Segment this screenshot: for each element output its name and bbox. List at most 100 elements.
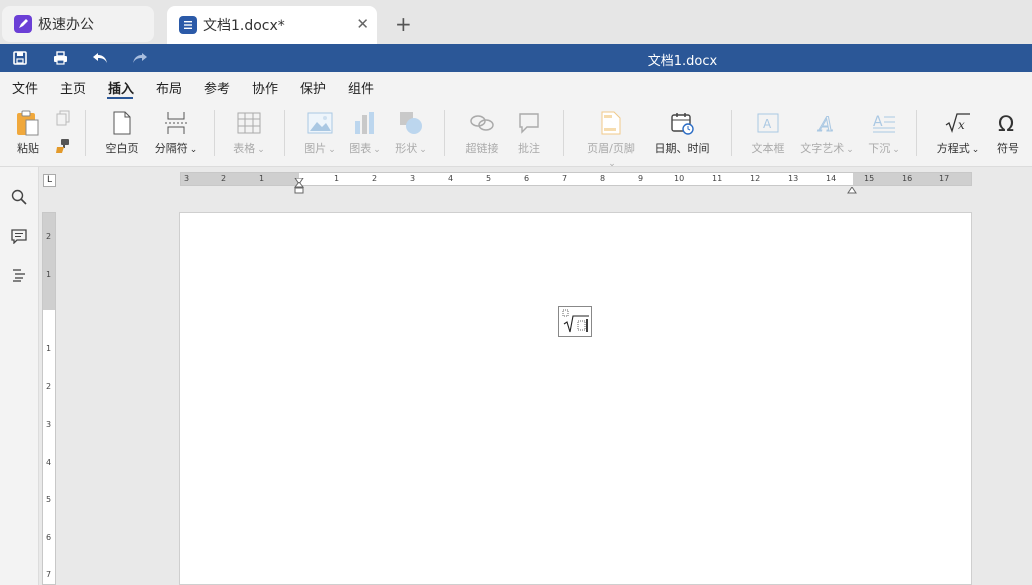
tab-app-label: 极速办公 — [38, 17, 94, 33]
blank-page-button[interactable]: 空白页 — [104, 110, 140, 156]
text-art-icon: A — [814, 110, 840, 136]
ruler-label: 2 — [372, 174, 378, 183]
menu-bar: 文件 主页 插入 布局 参考 协作 保护 组件 — [0, 72, 1032, 100]
separator — [214, 110, 215, 156]
image-label: 图片 — [304, 142, 327, 155]
page-break-button[interactable]: 分隔符 ⌄ — [152, 110, 200, 156]
menu-home[interactable]: 主页 — [60, 78, 86, 97]
hyperlink-label: 超链接 — [465, 142, 499, 155]
separator — [731, 110, 732, 156]
shape-label: 形状 — [395, 142, 418, 155]
menu-references[interactable]: 参考 — [204, 78, 230, 97]
tab-document-label: 文档1.docx* — [203, 18, 285, 34]
drop-cap-label: 下沉 — [868, 142, 891, 155]
chart-label: 图表 — [349, 142, 372, 155]
ruler-label: 2 — [221, 174, 227, 183]
menu-protect[interactable]: 保护 — [300, 78, 326, 97]
drop-cap-icon: A — [871, 110, 897, 136]
left-indent-marker[interactable] — [293, 179, 305, 194]
svg-text:A: A — [763, 117, 772, 131]
chart-icon — [352, 110, 378, 136]
equation-button[interactable]: x 方程式 ⌄ — [934, 110, 982, 156]
ruler-label: 11 — [712, 174, 723, 183]
page-break-icon — [163, 110, 189, 136]
ruler-label: 15 — [864, 174, 875, 183]
ruler-label: 5 — [486, 174, 492, 183]
paste-button[interactable]: 粘贴 — [12, 110, 44, 156]
hyperlink-button[interactable]: 超链接 — [463, 110, 501, 156]
menu-insert[interactable]: 插入 — [108, 78, 134, 97]
separator — [563, 110, 564, 156]
drop-cap-button[interactable]: A 下沉 ⌄ — [866, 110, 902, 156]
text-art-button[interactable]: A 文字艺术 ⌄ — [798, 110, 856, 156]
menu-collaborate[interactable]: 协作 — [252, 78, 278, 97]
text-box-icon: A — [755, 110, 781, 136]
equation-object[interactable] — [558, 306, 592, 337]
menu-components[interactable]: 组件 — [348, 78, 374, 97]
header-footer-label: 页眉/页脚 — [587, 142, 635, 155]
document-page[interactable] — [179, 212, 972, 585]
svg-text:A: A — [817, 112, 833, 134]
shape-button[interactable]: 形状 ⌄ — [393, 110, 429, 156]
ruler-label: 2 — [46, 232, 52, 241]
ruler-label: 1 — [334, 174, 340, 183]
ruler-label: 16 — [902, 174, 913, 183]
copy-icon[interactable] — [54, 110, 72, 129]
equation-label: 方程式 — [936, 142, 970, 155]
symbol-label: 符号 — [997, 142, 1019, 155]
search-icon[interactable] — [11, 189, 27, 205]
page-break-label: 分隔符 — [154, 142, 188, 155]
left-side-panel — [0, 167, 39, 585]
menu-file[interactable]: 文件 — [12, 78, 38, 97]
undo-icon[interactable] — [91, 49, 109, 67]
blank-page-label: 空白页 — [105, 142, 139, 155]
text-box-button[interactable]: A 文本框 — [750, 110, 786, 156]
vertical-ruler[interactable]: 2 1 1 2 3 4 5 6 7 — [42, 212, 56, 585]
table-button[interactable]: 表格 ⌄ — [232, 110, 266, 156]
first-line-indent-marker[interactable] — [294, 171, 304, 185]
comment-label: 批注 — [518, 142, 540, 155]
ruler-label: 6 — [524, 174, 530, 183]
ruler-label: 1 — [259, 174, 265, 183]
image-button[interactable]: 图片 ⌄ — [302, 110, 338, 156]
ruler-label: 17 — [939, 174, 950, 183]
calendar-clock-icon — [669, 110, 695, 136]
right-indent-marker[interactable] — [847, 179, 857, 194]
tab-app[interactable]: 极速办公 — [2, 6, 154, 42]
chart-button[interactable]: 图表 ⌄ — [347, 110, 383, 156]
ruler-label: 10 — [674, 174, 685, 183]
active-menu-indicator — [107, 97, 133, 99]
save-icon[interactable] — [11, 49, 29, 67]
ruler-label: 1 — [46, 344, 52, 353]
horizontal-ruler[interactable]: 3 2 1 1 2 3 4 5 6 7 8 9 10 11 12 13 14 1… — [180, 171, 972, 194]
insert-ribbon: 粘贴 空白页 分隔符 ⌄ 表格 ⌄ 图片 ⌄ 图表 ⌄ 形状 ⌄ 超链接 批注 … — [0, 100, 1032, 169]
comment-icon[interactable] — [11, 228, 27, 245]
close-tab-icon[interactable]: ✕ — [356, 15, 369, 33]
header-footer-button[interactable]: 页眉/页脚⌄ — [583, 110, 639, 169]
svg-text:x: x — [958, 118, 965, 132]
paste-icon — [15, 110, 41, 136]
navigation-icon[interactable] — [11, 267, 27, 283]
new-tab-button[interactable]: + — [395, 12, 412, 36]
browser-tab-strip: 极速办公 文档1.docx* ✕ + — [0, 0, 1032, 44]
ruler-label: 8 — [600, 174, 606, 183]
tab-stop-selector[interactable]: L — [43, 174, 56, 187]
ruler-label: 3 — [410, 174, 416, 183]
symbol-button[interactable]: Ω 符号 — [994, 110, 1022, 156]
svg-text:Ω: Ω — [998, 112, 1014, 134]
ruler-label: 7 — [562, 174, 568, 183]
ruler-label: 1 — [46, 270, 52, 279]
text-box-label: 文本框 — [751, 142, 785, 155]
menu-layout[interactable]: 布局 — [156, 78, 182, 97]
separator — [284, 110, 285, 156]
header-footer-icon — [598, 110, 624, 136]
format-painter-icon[interactable] — [53, 138, 71, 157]
title-bar: 文档1.docx — [0, 44, 1032, 72]
redo-icon[interactable] — [131, 49, 149, 67]
ruler-label: 13 — [788, 174, 799, 183]
date-time-button[interactable]: 日期、时间 — [653, 110, 711, 156]
tab-document[interactable]: 文档1.docx* ✕ — [167, 6, 377, 44]
image-icon — [307, 110, 333, 136]
comment-button[interactable]: 批注 — [514, 110, 544, 156]
print-icon[interactable] — [51, 49, 69, 67]
